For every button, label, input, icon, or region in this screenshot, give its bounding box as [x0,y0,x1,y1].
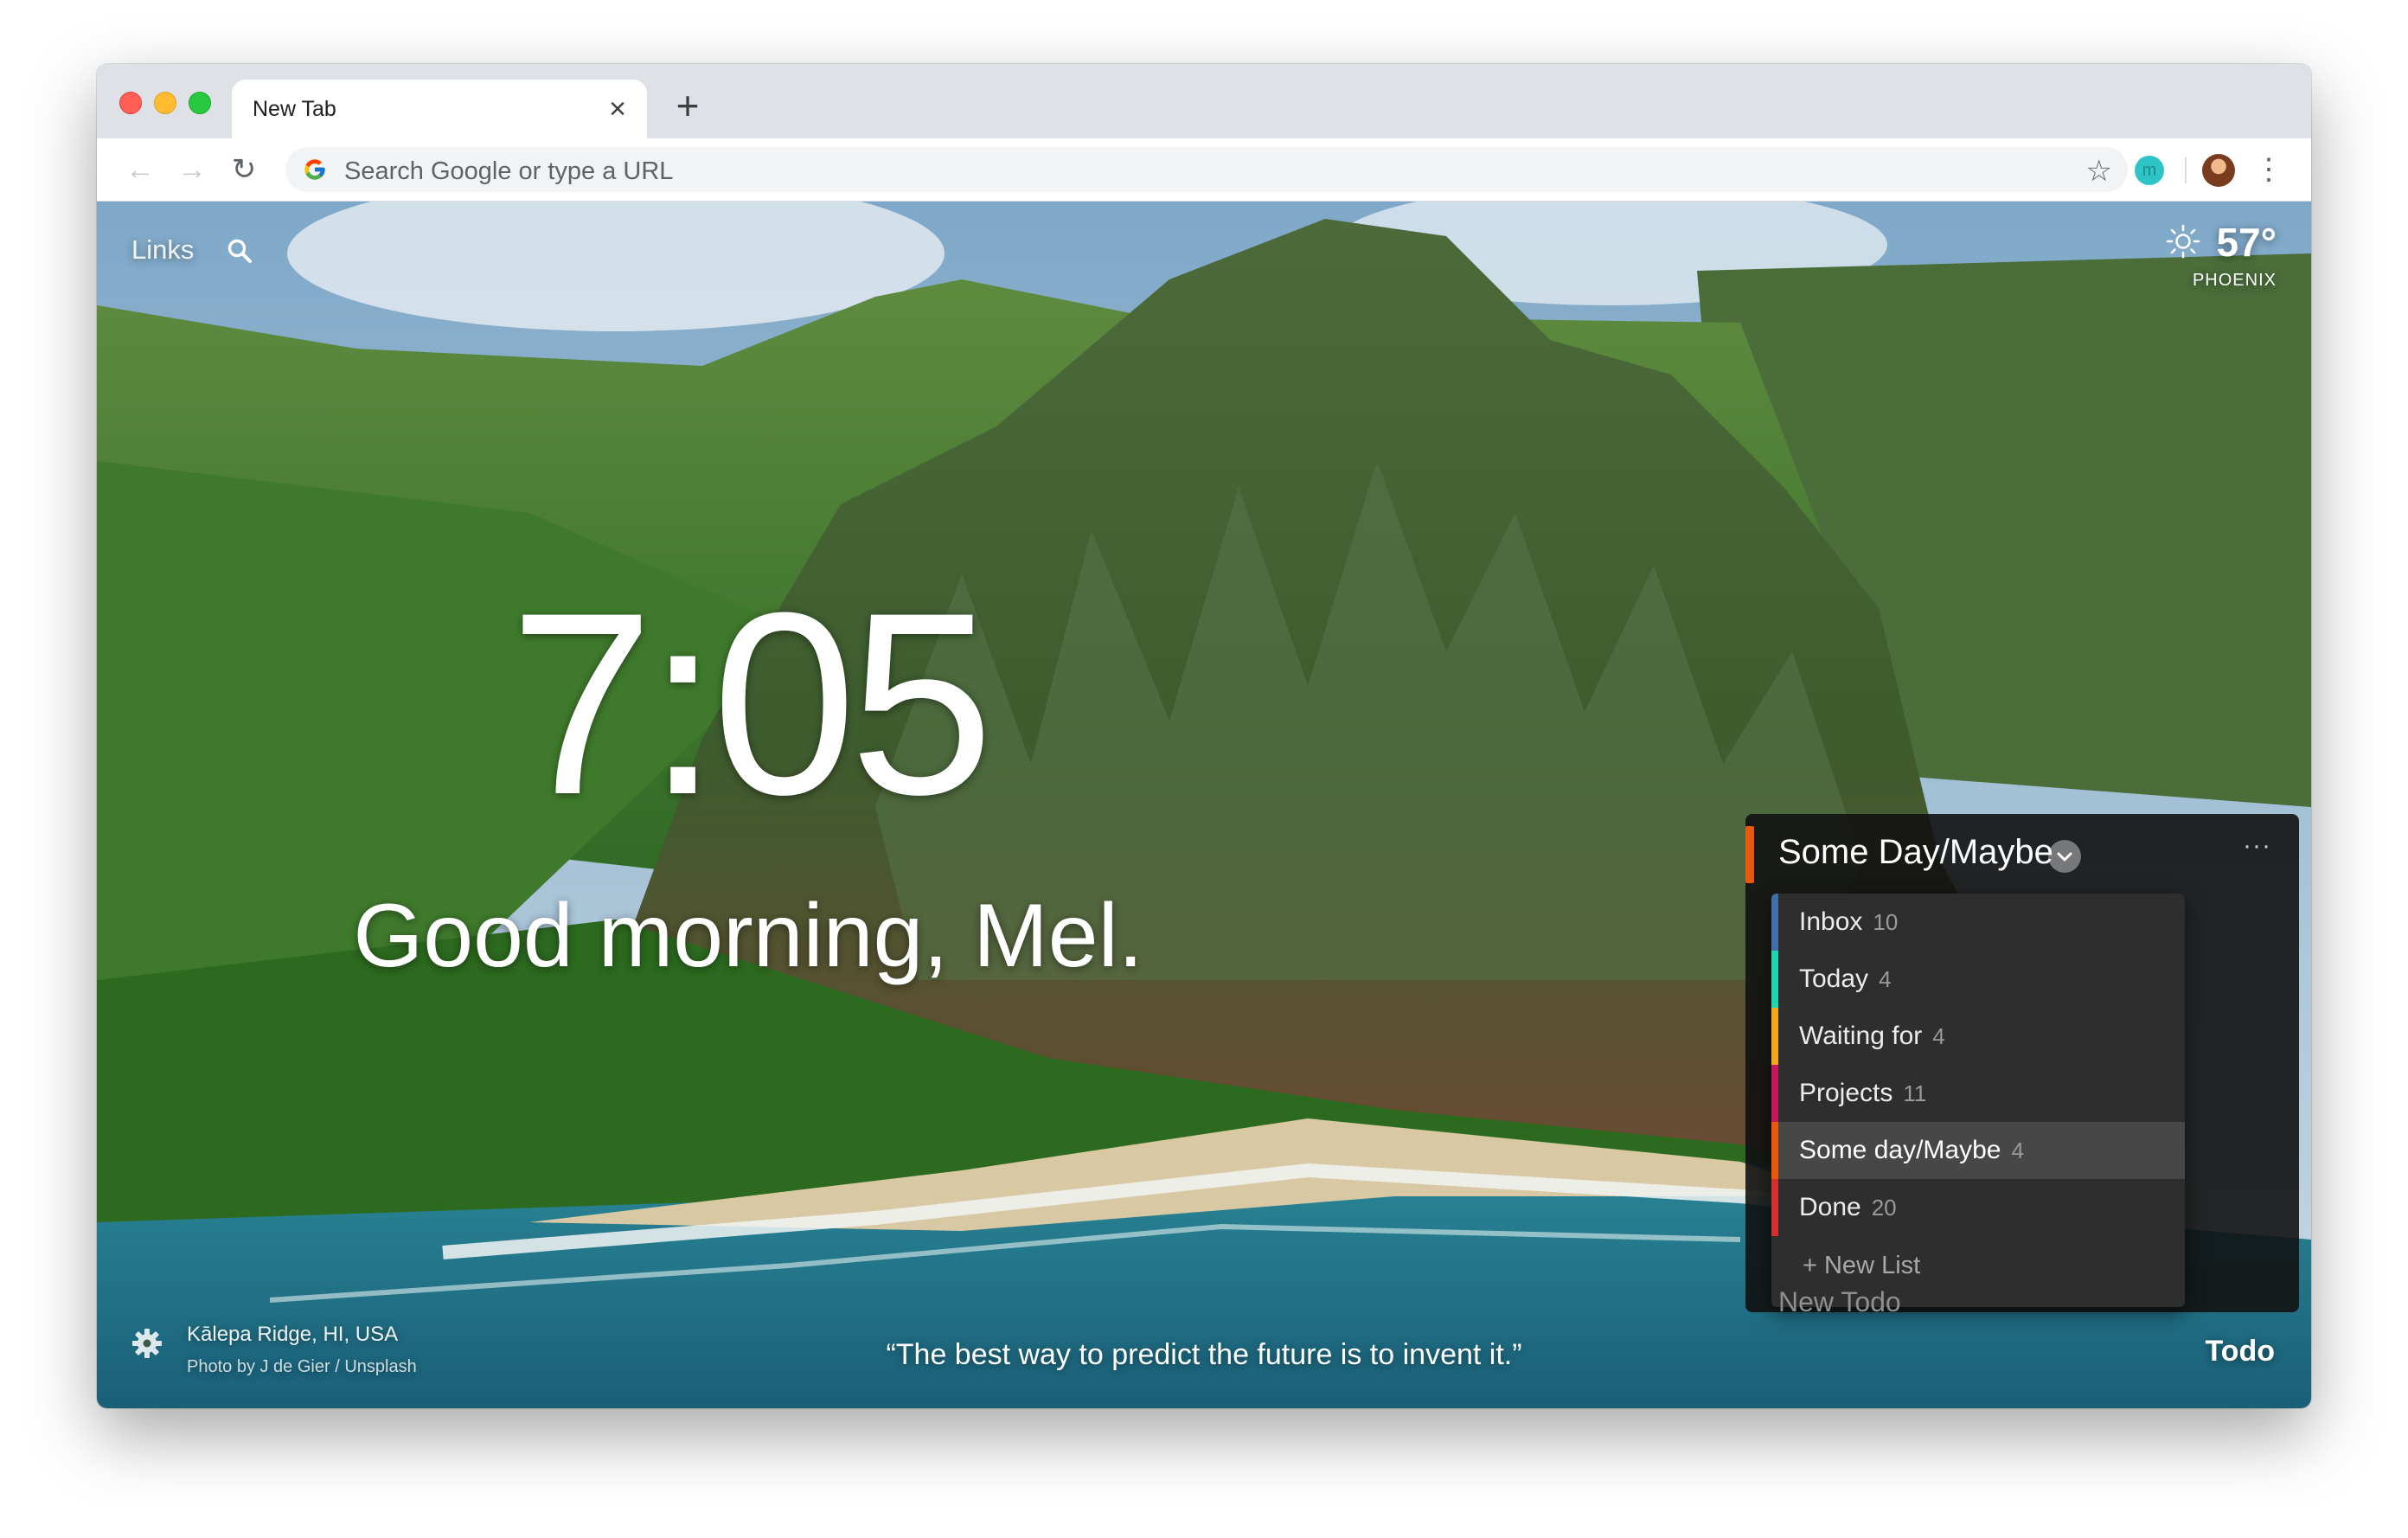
chevron-down-icon[interactable] [2048,840,2081,873]
search-input[interactable]: Search Google or type a URL [344,157,673,186]
list-item-label: Done 20 [1799,1193,1897,1221]
list-item-label: Some day/Maybe 4 [1799,1136,2024,1164]
list-color-indicator [1745,826,1754,883]
list-item-label: Inbox 10 [1799,907,1899,936]
list-item-label: Waiting for 4 [1799,1022,1945,1050]
todo-panel: Some Day/Maybe ··· Inbox 10 Today 4 Waitin… [1745,814,2299,1317]
browser-menu-icon[interactable]: ⋮ [2254,151,2283,189]
forward-button[interactable]: → [173,151,211,189]
todo-list-title[interactable]: Some Day/Maybe [1778,833,2053,872]
momentum-extension-icon[interactable]: m [2135,156,2164,185]
weather-location[interactable]: PHOENIX [2193,271,2277,291]
list-item-count: 11 [1903,1080,1927,1106]
search-icon[interactable] [227,238,253,264]
weather-temperature[interactable]: 57° [2216,219,2277,266]
close-window-button[interactable] [119,92,142,114]
list-color-stripe [1771,894,1778,951]
list-item-projects[interactable]: Projects 11 [1771,1065,2185,1122]
list-item-waiting-for[interactable]: Waiting for 4 [1771,1008,2185,1065]
list-item-count: 20 [1871,1195,1897,1221]
tab-new-tab[interactable]: New Tab × [232,80,647,138]
list-item-count: 10 [1873,909,1899,935]
list-item-label: Projects 11 [1799,1079,1927,1107]
close-tab-icon[interactable]: × [600,92,635,126]
list-item-today[interactable]: Today 4 [1771,951,2185,1008]
list-item-count: 4 [1932,1023,1945,1049]
back-button[interactable]: ← [121,151,159,189]
reload-button[interactable]: ↻ [225,151,263,189]
list-color-stripe [1771,1122,1778,1179]
list-color-stripe [1771,1008,1778,1065]
list-item-inbox[interactable]: Inbox 10 [1771,894,2185,951]
more-options-icon[interactable]: ··· [2243,831,2271,861]
bookmark-star-icon[interactable]: ☆ [2086,154,2112,189]
quote[interactable]: “The best way to predict the future is t… [97,1338,2311,1372]
tab-strip: New Tab × + [97,64,2311,138]
new-tab-page: Links 57° PHOENIX 7:05 Good morning, Mel… [97,202,2311,1408]
minimize-window-button[interactable] [154,92,176,114]
address-bar[interactable]: Search Google or type a URL ☆ [285,147,2128,192]
clock: 7:05 [509,558,994,849]
list-item-done[interactable]: Done 20 [1771,1179,2185,1236]
tab-title: New Tab [253,97,336,121]
toolbar: ← → ↻ Search Google or type a URL ☆ m ⋮ [97,138,2311,202]
links-button[interactable]: Links [131,234,194,266]
new-tab-button[interactable]: + [668,86,708,126]
zoom-window-button[interactable] [189,92,211,114]
browser-window: New Tab × + ← → ↻ Search Google or type … [97,64,2311,1408]
google-icon [304,159,325,180]
sun-icon [2166,224,2200,259]
list-item-some-day-maybe[interactable]: Some day/Maybe 4 [1771,1122,2185,1179]
new-list-button[interactable]: + New List [1803,1252,1920,1280]
list-item-count: 4 [2011,1137,2024,1163]
new-todo-input[interactable]: New Todo [1778,1286,1901,1318]
list-switcher-dropdown: Inbox 10 Today 4 Waiting for 4 Projects 11 S… [1771,894,2185,1307]
list-item-count: 4 [1879,966,1892,992]
greeting: Good morning, Mel. [353,886,1143,986]
list-color-stripe [1771,1065,1778,1122]
list-item-label: Today 4 [1799,964,1892,993]
list-color-stripe [1771,951,1778,1008]
list-color-stripe [1771,1179,1778,1236]
todo-toggle-button[interactable]: Todo [2205,1335,2275,1368]
profile-avatar[interactable] [2202,154,2235,187]
toolbar-divider [2185,157,2187,183]
